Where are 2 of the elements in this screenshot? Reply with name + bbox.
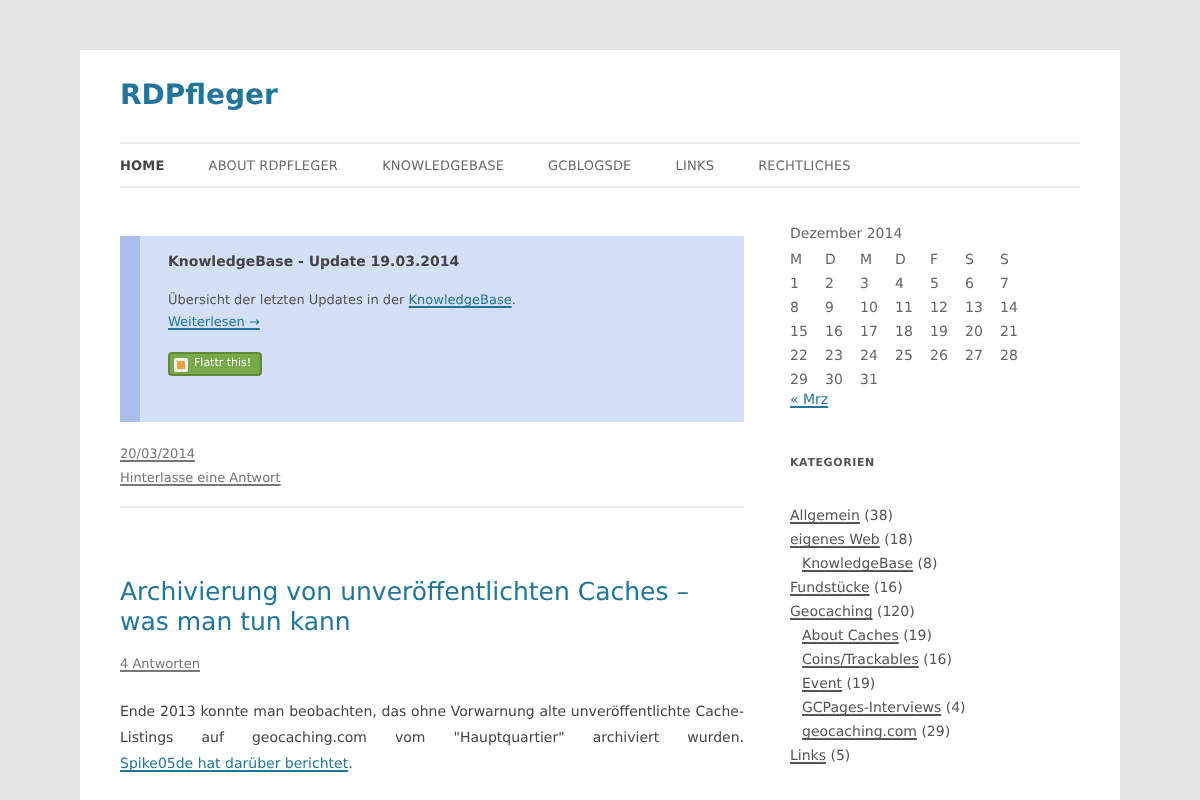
site-title[interactable]: RDPfleger bbox=[120, 50, 1080, 114]
post-title[interactable]: Archivierung von unveröffentlichten Caches – was man tun kann bbox=[120, 576, 744, 636]
